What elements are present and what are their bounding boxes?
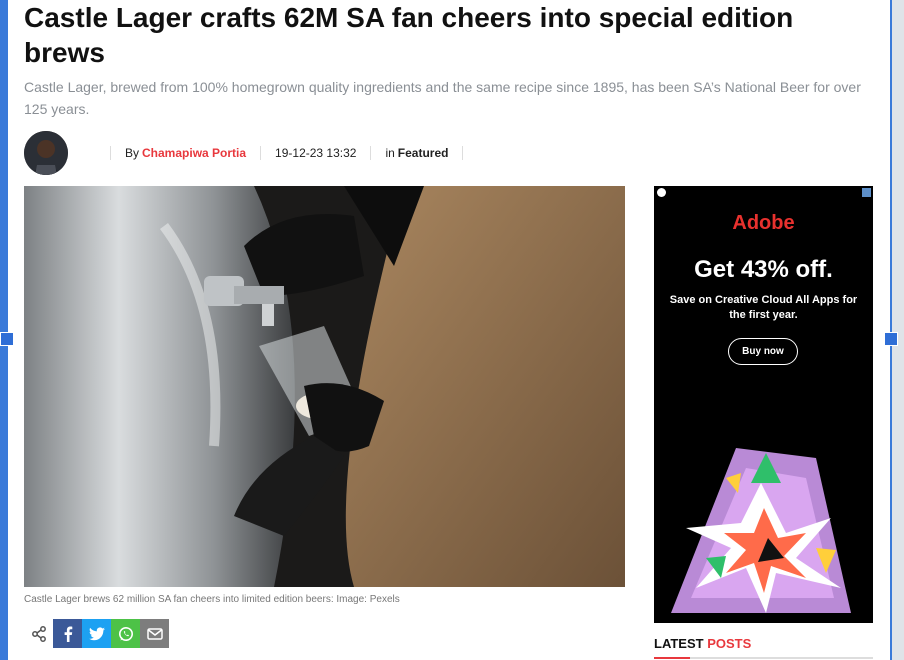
article-meta: By Chamapiwa Portia 19-12-23 13:32 in Fe… [24, 130, 477, 176]
share-bar [24, 619, 169, 648]
ad-choices-icon[interactable] [657, 188, 666, 197]
ad-artwork [671, 448, 851, 613]
article-hero-image[interactable] [24, 186, 625, 587]
ad-headline: Get 43% off. [694, 256, 833, 283]
author-avatar[interactable] [24, 131, 68, 175]
latest-posts-rule [654, 657, 873, 659]
meta-divider [260, 146, 262, 160]
publish-datetime: 19-12-23 13:32 [275, 146, 357, 160]
latest-posts-heading: LATEST POSTS [654, 636, 751, 651]
resize-handle-left[interactable] [0, 332, 14, 346]
meta-divider [110, 146, 111, 160]
image-caption: Castle Lager brews 62 million SA fan che… [24, 594, 400, 605]
category-prefix: in [385, 146, 395, 160]
byline-prefix: By [125, 146, 140, 160]
share-icon[interactable] [24, 619, 53, 648]
twitter-share-button[interactable] [82, 619, 111, 648]
meta-divider [462, 146, 464, 160]
latest-posts-heading-b: POSTS [707, 636, 752, 651]
article-subtitle: Castle Lager, brewed from 100% homegrown… [24, 79, 861, 117]
latest-posts-heading-a: LATEST [654, 636, 704, 651]
article-title: Castle Lager crafts 62M SA fan cheers in… [24, 2, 794, 68]
category-link[interactable]: Featured [398, 146, 449, 160]
meta-divider [370, 146, 372, 160]
email-icon [146, 627, 163, 640]
resize-handle-right[interactable] [884, 332, 898, 346]
whatsapp-share-button[interactable] [111, 619, 140, 648]
ad-buy-now-button[interactable]: Buy now [728, 338, 798, 365]
twitter-icon [88, 626, 105, 640]
whatsapp-icon [118, 626, 133, 641]
window-frame-right [890, 0, 904, 660]
ad-brand: Adobe [732, 212, 795, 234]
ad-body: Save on Creative Cloud All Apps for the … [669, 294, 858, 321]
facebook-icon [64, 626, 72, 642]
facebook-share-button[interactable] [53, 619, 82, 648]
email-share-button[interactable] [140, 619, 169, 648]
adobe-ad[interactable]: Adobe Get 43% off. Save on Creative Clou… [654, 186, 873, 623]
author-link[interactable]: Chamapiwa Portia [142, 146, 246, 160]
window-frame-left [0, 0, 8, 660]
ad-close-icon[interactable] [862, 188, 871, 197]
